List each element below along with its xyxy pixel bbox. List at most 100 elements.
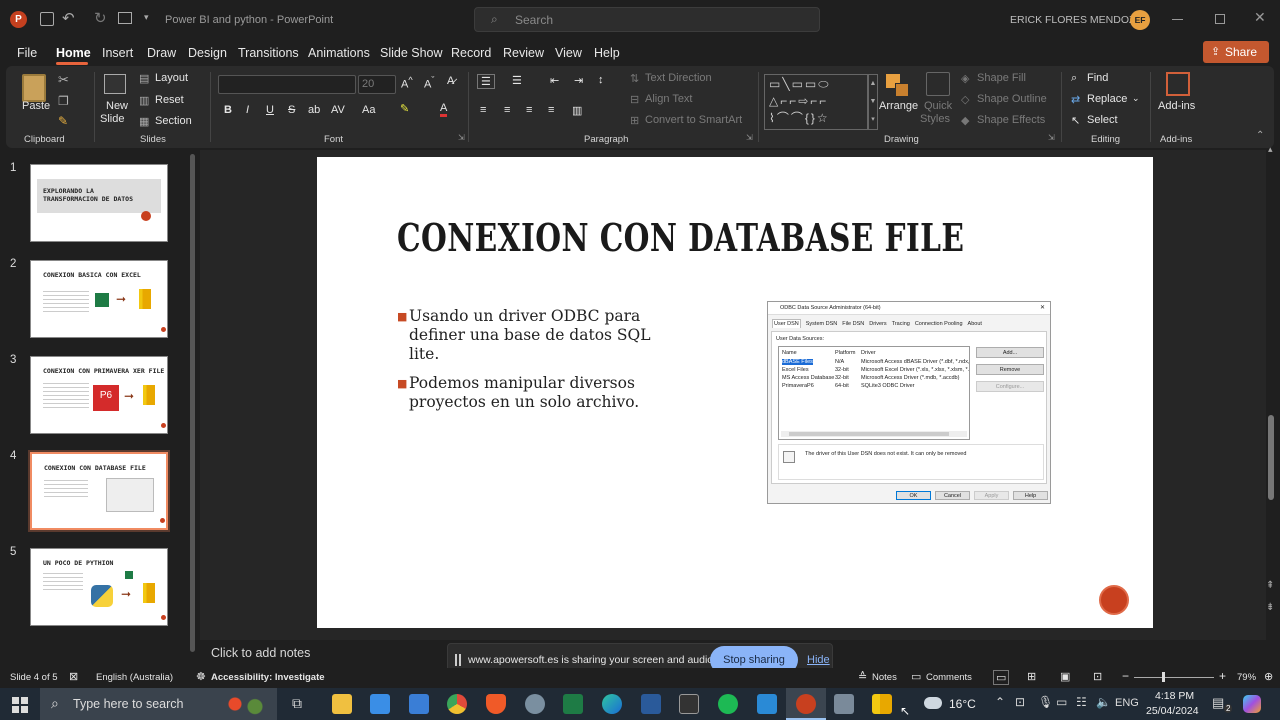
language-indicator-tray[interactable]: ENG: [1115, 697, 1139, 709]
reading-view-icon[interactable]: ▣: [1060, 670, 1070, 683]
present-icon[interactable]: [118, 12, 132, 24]
font-color-button[interactable]: A: [440, 102, 448, 117]
increase-indent-icon[interactable]: ⇥: [574, 74, 583, 87]
tab-help[interactable]: Help: [594, 46, 620, 60]
slide-thumbnail-1[interactable]: EXPLORANDO LA TRANSFORMACION DE DATOS: [30, 164, 168, 242]
windows-start-icon[interactable]: [12, 697, 28, 713]
cut-icon[interactable]: ✂: [58, 72, 69, 88]
current-slide[interactable]: CONEXION CON DATABASE FILE ■ Usando un d…: [317, 157, 1153, 628]
text-direction-button[interactable]: Text Direction: [645, 72, 712, 84]
italic-button[interactable]: I: [246, 104, 249, 116]
user-name[interactable]: ERICK FLORES MENDOZA: [1010, 14, 1142, 26]
odbc-screenshot[interactable]: ODBC Data Source Administrator (64-bit) …: [767, 301, 1051, 504]
app-icon-2[interactable]: [641, 694, 661, 714]
customize-qat-icon[interactable]: ▾: [144, 12, 149, 23]
notes-toggle[interactable]: Notes: [872, 672, 897, 683]
chrome-icon[interactable]: [447, 694, 467, 714]
align-left-icon[interactable]: ≡: [480, 104, 486, 116]
tab-slide-show[interactable]: Slide Show: [380, 46, 443, 60]
arrange-label[interactable]: Arrange: [879, 100, 918, 112]
grow-font-icon[interactable]: A^: [401, 75, 413, 91]
weather-temp[interactable]: 16°C: [949, 697, 976, 711]
align-center-icon[interactable]: ≡: [504, 104, 510, 116]
volume-icon[interactable]: 🔈: [1096, 695, 1111, 709]
justify-icon[interactable]: ≡: [548, 104, 554, 116]
vscode-icon[interactable]: [757, 694, 777, 714]
shadow-icon[interactable]: AV: [331, 104, 345, 116]
strikethrough-button[interactable]: S: [288, 104, 295, 116]
new-slide-label-1[interactable]: New: [106, 100, 128, 112]
file-explorer-icon[interactable]: [332, 694, 352, 714]
spotify-icon[interactable]: [718, 694, 738, 714]
fit-to-window-icon[interactable]: ⊕: [1264, 670, 1273, 683]
share-button[interactable]: ⇪ Share: [1203, 41, 1269, 63]
powerpoint-icon[interactable]: [796, 694, 816, 714]
format-painter-icon[interactable]: ✎: [58, 114, 68, 128]
next-slide-icon[interactable]: ⇟: [1266, 602, 1274, 613]
task-view-icon[interactable]: ⧉: [292, 695, 302, 712]
accessibility-status[interactable]: Accessibility: Investigate: [211, 672, 325, 683]
minimize-icon[interactable]: [1172, 19, 1183, 20]
align-right-icon[interactable]: ≡: [526, 104, 532, 116]
quick-styles-icon[interactable]: [926, 72, 950, 96]
arrange-icon[interactable]: [886, 74, 910, 98]
reset-button[interactable]: Reset: [155, 94, 184, 106]
drawing-dialog-icon[interactable]: ⇲: [1048, 133, 1055, 142]
tray-app-icon[interactable]: ⊡: [1015, 695, 1025, 709]
hide-link[interactable]: Hide: [807, 654, 830, 666]
zoom-out-icon[interactable]: −: [1122, 669, 1129, 683]
tab-file[interactable]: File: [17, 46, 37, 60]
shapes-gallery[interactable]: ▭╲▭▭⬭ △⌐⌐⇨⌐⌐ ⌇⌒⌒{}☆: [764, 74, 868, 130]
search-box[interactable]: ⌕ Search: [474, 7, 820, 32]
notifications-icon[interactable]: ▤: [1212, 695, 1224, 711]
editor-scrollbar[interactable]: [1268, 415, 1274, 500]
columns-icon[interactable]: ▥: [572, 104, 582, 117]
tab-insert[interactable]: Insert: [102, 46, 133, 60]
layout-button[interactable]: Layout: [155, 72, 188, 84]
new-slide-label-2[interactable]: Slide: [100, 113, 124, 125]
clear-format-icon[interactable]: A̷: [447, 75, 454, 87]
tab-home[interactable]: Home: [56, 46, 91, 60]
collapse-ribbon-icon[interactable]: ⌃: [1256, 130, 1264, 141]
addins-button[interactable]: Add-ins: [1158, 100, 1195, 112]
bold-button[interactable]: B: [224, 104, 232, 116]
quick-styles-label-1[interactable]: Quick: [924, 100, 952, 112]
zoom-in-icon[interactable]: +: [1219, 669, 1226, 683]
app-icon-4[interactable]: [834, 694, 854, 714]
tab-transitions[interactable]: Transitions: [238, 46, 299, 60]
mail-icon[interactable]: [409, 694, 429, 714]
excel-icon[interactable]: [563, 694, 583, 714]
store-icon[interactable]: [370, 694, 390, 714]
tab-review[interactable]: Review: [503, 46, 544, 60]
app-icon-3[interactable]: [679, 694, 699, 714]
thumbnails-scrollbar[interactable]: [190, 154, 195, 652]
clock-date[interactable]: 25/04/2024: [1146, 705, 1199, 717]
underline-button[interactable]: U: [266, 104, 274, 116]
addins-icon[interactable]: [1166, 72, 1190, 96]
bullets-icon[interactable]: ☰: [477, 74, 495, 89]
close-icon[interactable]: ✕: [1254, 9, 1266, 26]
network-icon[interactable]: ☷: [1076, 695, 1087, 709]
gallery-scroll-icon[interactable]: ▲ ▼ ▾: [868, 74, 878, 130]
redo-icon[interactable]: ↻: [94, 9, 107, 27]
copilot-icon[interactable]: [1243, 695, 1261, 713]
slide-title[interactable]: CONEXION CON DATABASE FILE: [397, 215, 964, 260]
slide-sorter-icon[interactable]: ⊞: [1027, 670, 1036, 683]
slide-thumbnail-3[interactable]: CONEXION CON PRIMAVERA XER FILE P6 ➞: [30, 356, 168, 434]
weather-icon[interactable]: [924, 697, 942, 709]
language-indicator[interactable]: English (Australia): [96, 672, 173, 683]
undo-icon[interactable]: ↶: [62, 9, 75, 27]
line-spacing-icon[interactable]: ↕: [598, 74, 604, 86]
tab-view[interactable]: View: [555, 46, 582, 60]
microphone-icon[interactable]: 🎙: [1038, 695, 1053, 709]
align-text-button[interactable]: Align Text: [645, 93, 693, 105]
save-icon[interactable]: [40, 12, 54, 26]
paragraph-dialog-icon[interactable]: ⇲: [746, 133, 753, 142]
app-icon[interactable]: [525, 694, 545, 714]
tab-record[interactable]: Record: [451, 46, 491, 60]
clock-time[interactable]: 4:18 PM: [1155, 690, 1194, 702]
select-button[interactable]: Select: [1087, 114, 1118, 126]
spell-check-icon[interactable]: ⊠: [69, 670, 78, 683]
section-button[interactable]: Section: [155, 115, 192, 127]
find-button[interactable]: Find: [1087, 72, 1108, 84]
